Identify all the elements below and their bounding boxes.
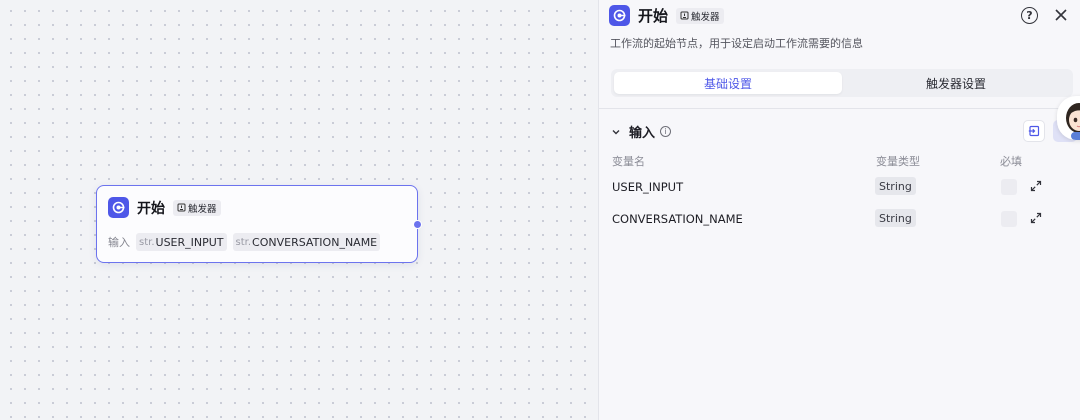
import-button[interactable] <box>1023 120 1045 142</box>
divider <box>599 108 1080 109</box>
trigger-icon <box>177 203 186 212</box>
expand-icon[interactable] <box>1030 180 1042 192</box>
required-checkbox[interactable] <box>1001 179 1017 195</box>
input-chip: str. CONVERSATION_NAME <box>232 233 381 251</box>
start-app-icon <box>609 5 630 26</box>
start-node-header: 开始 触发器 <box>108 197 221 218</box>
panel-title: 开始 <box>638 7 669 25</box>
input-chip-type: str. <box>139 236 155 248</box>
output-handle[interactable] <box>413 220 422 229</box>
trigger-tag-label: 触发器 <box>188 203 217 215</box>
tab-trigger-settings[interactable]: 触发器设置 <box>842 72 1070 94</box>
panel-description: 工作流的起始节点，用于设定启动工作流需要的信息 <box>610 37 863 50</box>
input-section-header[interactable]: 输入 i <box>611 122 672 141</box>
import-icon <box>1028 125 1040 137</box>
variable-type-badge: String <box>875 177 916 195</box>
column-header-type: 变量类型 <box>876 155 920 168</box>
variable-type-badge: String <box>875 209 916 227</box>
panel-header: 开始 触发器 <box>609 5 724 26</box>
input-chip-name: USER_INPUT <box>155 235 224 249</box>
input-chip-name: CONVERSATION_NAME <box>252 235 378 249</box>
trigger-tag-label: 触发器 <box>691 11 720 23</box>
column-header-required: 必填 <box>1000 155 1022 168</box>
column-header-name: 变量名 <box>612 155 645 168</box>
node-inputs: 输入 str. USER_INPUT str. CONVERSATION_NAM… <box>108 233 386 251</box>
tab-basic-settings[interactable]: 基础设置 <box>614 72 842 94</box>
input-chip-type: str. <box>235 236 252 248</box>
variable-name: USER_INPUT <box>612 180 684 194</box>
start-node[interactable]: 开始 触发器 输入 str. USER_INPUT str. CONVERSAT… <box>96 185 422 263</box>
settings-tabs: 基础设置 触发器设置 <box>611 69 1073 97</box>
workflow-canvas[interactable]: 开始 触发器 输入 str. USER_INPUT str. CONVERSAT… <box>0 0 598 420</box>
node-inputs-label: 输入 <box>108 236 130 249</box>
input-chip: str. USER_INPUT <box>136 233 227 251</box>
section-title: 输入 <box>629 126 656 141</box>
start-app-icon <box>108 197 129 218</box>
trigger-icon <box>680 11 689 20</box>
trigger-tag: 触发器 <box>173 199 221 216</box>
trigger-tag: 触发器 <box>676 7 724 24</box>
variable-name: CONVERSATION_NAME <box>612 212 743 226</box>
close-icon[interactable] <box>1054 8 1068 22</box>
node-config-panel: 开始 触发器 ? 工作流的起始节点，用于设定启动工作流需要的信息 基础设置 触发… <box>598 0 1080 420</box>
info-icon[interactable]: i <box>660 126 672 137</box>
expand-icon[interactable] <box>1030 212 1042 224</box>
chevron-down-icon[interactable] <box>611 127 621 137</box>
start-node-title: 开始 <box>137 200 165 217</box>
help-icon[interactable]: ? <box>1021 7 1038 24</box>
required-checkbox[interactable] <box>1001 211 1017 227</box>
